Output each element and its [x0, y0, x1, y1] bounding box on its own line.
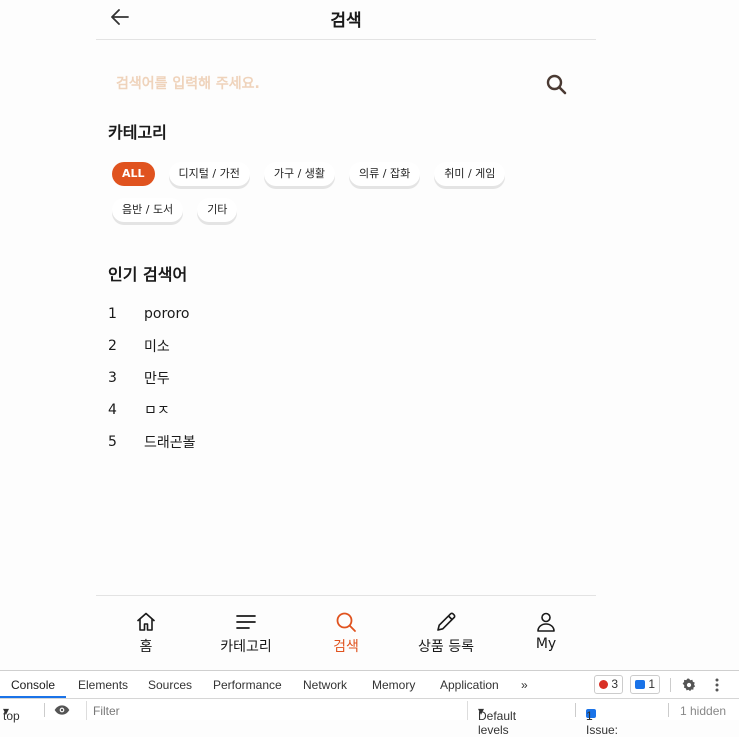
menu-icon — [236, 615, 256, 629]
filter-input[interactable] — [86, 701, 468, 720]
tab-application[interactable]: Application — [440, 678, 499, 692]
nav-home[interactable]: 홈 — [96, 596, 196, 670]
nav-label: 검색 — [333, 639, 359, 655]
rank-number: 2 — [108, 338, 117, 354]
context-selector[interactable]: top ▾ — [3, 704, 20, 723]
nav-category[interactable]: 카테고리 — [196, 596, 296, 670]
rank-number: 5 — [108, 434, 117, 450]
category-chip-all[interactable]: ALL — [112, 162, 155, 186]
nav-label: 카테고리 — [220, 639, 272, 655]
eye-icon[interactable] — [54, 703, 70, 717]
category-title: 카테고리 — [108, 123, 167, 142]
category-chip-clothing[interactable]: 의류 / 잡화 — [349, 162, 421, 186]
popular-item[interactable]: 4 ㅁㅈ — [108, 394, 196, 426]
tab-sources[interactable]: Sources — [148, 678, 192, 692]
tab-elements[interactable]: Elements — [78, 678, 128, 692]
divider — [668, 703, 669, 717]
popular-title: 인기 검색어 — [108, 265, 188, 284]
error-count-badge[interactable]: 3 — [594, 675, 624, 694]
category-chip-furniture[interactable]: 가구 / 생활 — [263, 162, 336, 186]
bottom-nav: 홈 카테고리 검색 상품 등록 My — [96, 595, 596, 670]
nav-register[interactable]: 상품 등록 — [396, 596, 496, 670]
console-toolbar: top ▾ Default levels ▾ 1 Issue: 1 1 hidd… — [0, 699, 739, 737]
rank-term: 만두 — [144, 371, 170, 387]
popular-item[interactable]: 1 pororo — [108, 298, 196, 330]
divider — [44, 703, 45, 717]
devtools-tabs: Console Elements Sources Performance Net… — [0, 671, 739, 699]
gear-icon[interactable] — [681, 677, 697, 693]
tab-network[interactable]: Network — [303, 678, 347, 692]
rank-term: 미소 — [144, 339, 170, 355]
divider — [670, 678, 671, 692]
popular-item[interactable]: 5 드래곤볼 — [108, 426, 196, 458]
popular-item[interactable]: 3 만두 — [108, 362, 196, 394]
tab-memory[interactable]: Memory — [372, 678, 415, 692]
category-chip-digital[interactable]: 디지털 / 가전 — [168, 162, 250, 186]
more-tabs-button[interactable]: » — [521, 678, 528, 692]
nav-label: 홈 — [139, 639, 153, 655]
error-icon — [599, 680, 608, 689]
search-bar — [108, 66, 574, 102]
message-count-badge[interactable]: 1 — [630, 675, 661, 694]
divider — [575, 703, 576, 717]
message-icon — [635, 680, 645, 689]
popular-item[interactable]: 2 미소 — [108, 330, 196, 362]
search-icon — [336, 612, 356, 632]
pencil-icon — [437, 612, 456, 631]
nav-search[interactable]: 검색 — [296, 596, 396, 670]
home-icon — [136, 612, 156, 631]
rank-term: pororo — [144, 306, 190, 322]
nav-my[interactable]: My — [496, 596, 596, 670]
search-input[interactable] — [108, 66, 528, 102]
app-frame: 검색 카테고리 ALL 디지털 / 가전 가구 / 생활 의류 / 잡화 취미 … — [96, 0, 596, 670]
active-tab-indicator — [0, 696, 66, 698]
devtools-panel: Console Elements Sources Performance Net… — [0, 670, 739, 737]
category-chips: ALL 디지털 / 가전 가구 / 생활 의류 / 잡화 취미 / 게임 음반 … — [112, 162, 582, 222]
tab-performance[interactable]: Performance — [213, 678, 282, 692]
log-levels-dropdown[interactable]: Default levels ▾ — [478, 704, 516, 737]
category-chip-hobby[interactable]: 취미 / 게임 — [434, 162, 506, 186]
category-chip-music-books[interactable]: 음반 / 도서 — [112, 198, 184, 222]
category-chip-etc[interactable]: 기타 — [197, 198, 238, 222]
rank-term: 드래곤볼 — [144, 435, 196, 451]
search-icon[interactable] — [544, 72, 568, 96]
popular-list: 1 pororo 2 미소 3 만두 4 ㅁㅈ 5 드래곤볼 — [108, 298, 196, 458]
tab-console[interactable]: Console — [11, 678, 55, 692]
rank-number: 3 — [108, 370, 117, 386]
page-title: 검색 — [330, 11, 362, 31]
rank-number: 4 — [108, 402, 117, 418]
header: 검색 — [96, 0, 596, 40]
hidden-count: 1 hidden — [680, 704, 727, 718]
rank-term: ㅁㅈ — [144, 403, 170, 419]
user-icon — [537, 612, 555, 632]
more-options-icon[interactable] — [710, 677, 724, 693]
nav-label: 상품 등록 — [418, 639, 474, 655]
nav-label: My — [535, 636, 557, 652]
rank-number: 1 — [108, 306, 117, 322]
